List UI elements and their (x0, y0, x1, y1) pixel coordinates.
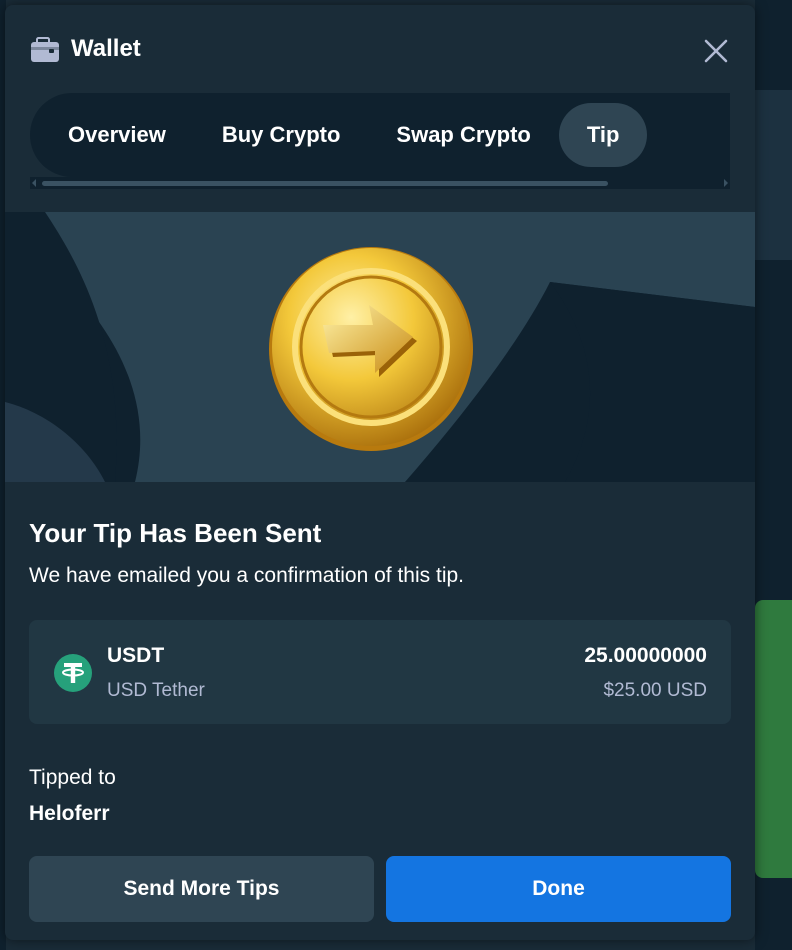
tip-amount-card: USDT USD Tether 25.00000000 $25.00 USD (29, 620, 731, 724)
modal-title: Wallet (71, 35, 141, 62)
hero-banner (5, 212, 755, 482)
tab-overview[interactable]: Overview (40, 103, 194, 167)
tab-tip[interactable]: Tip (558, 103, 648, 167)
background-page-right (755, 0, 792, 950)
modal-header: Wallet (5, 5, 755, 93)
tab-buy-crypto[interactable]: Buy Crypto (194, 103, 369, 167)
close-icon[interactable] (698, 33, 734, 69)
currency-name: USD Tether (107, 680, 205, 701)
wallet-tabs: Overview Buy Crypto Swap Crypto Tip (30, 93, 730, 177)
wallet-modal: Wallet Overview Buy Crypto Swap Crypto T… (5, 5, 755, 940)
tab-swap-crypto[interactable]: Swap Crypto (368, 103, 558, 167)
confirmation-heading: Your Tip Has Been Sent (29, 518, 322, 548)
tip-amount: 25.00000000 (584, 644, 707, 667)
currency-code: USDT (107, 644, 165, 667)
confirmation-message: We have emailed you a confirmation of th… (29, 564, 465, 587)
tip-amount-usd: $25.00 USD (603, 680, 707, 701)
done-button[interactable]: Done (386, 856, 731, 922)
scrollbar-thumb[interactable] (42, 181, 608, 186)
send-more-tips-button[interactable]: Send More Tips (29, 856, 374, 922)
wallet-icon (31, 37, 59, 62)
recipient-label: Tipped to (29, 766, 116, 789)
scroll-right-arrow-icon[interactable] (724, 179, 728, 187)
scroll-left-arrow-icon[interactable] (32, 179, 36, 187)
recipient-name: Heloferr (29, 802, 110, 825)
tabs-scrollbar[interactable] (30, 177, 730, 189)
background-promo-card (755, 600, 792, 878)
background-band (755, 90, 792, 260)
tether-icon (54, 654, 92, 692)
gold-coin-arrow-icon (269, 247, 473, 451)
